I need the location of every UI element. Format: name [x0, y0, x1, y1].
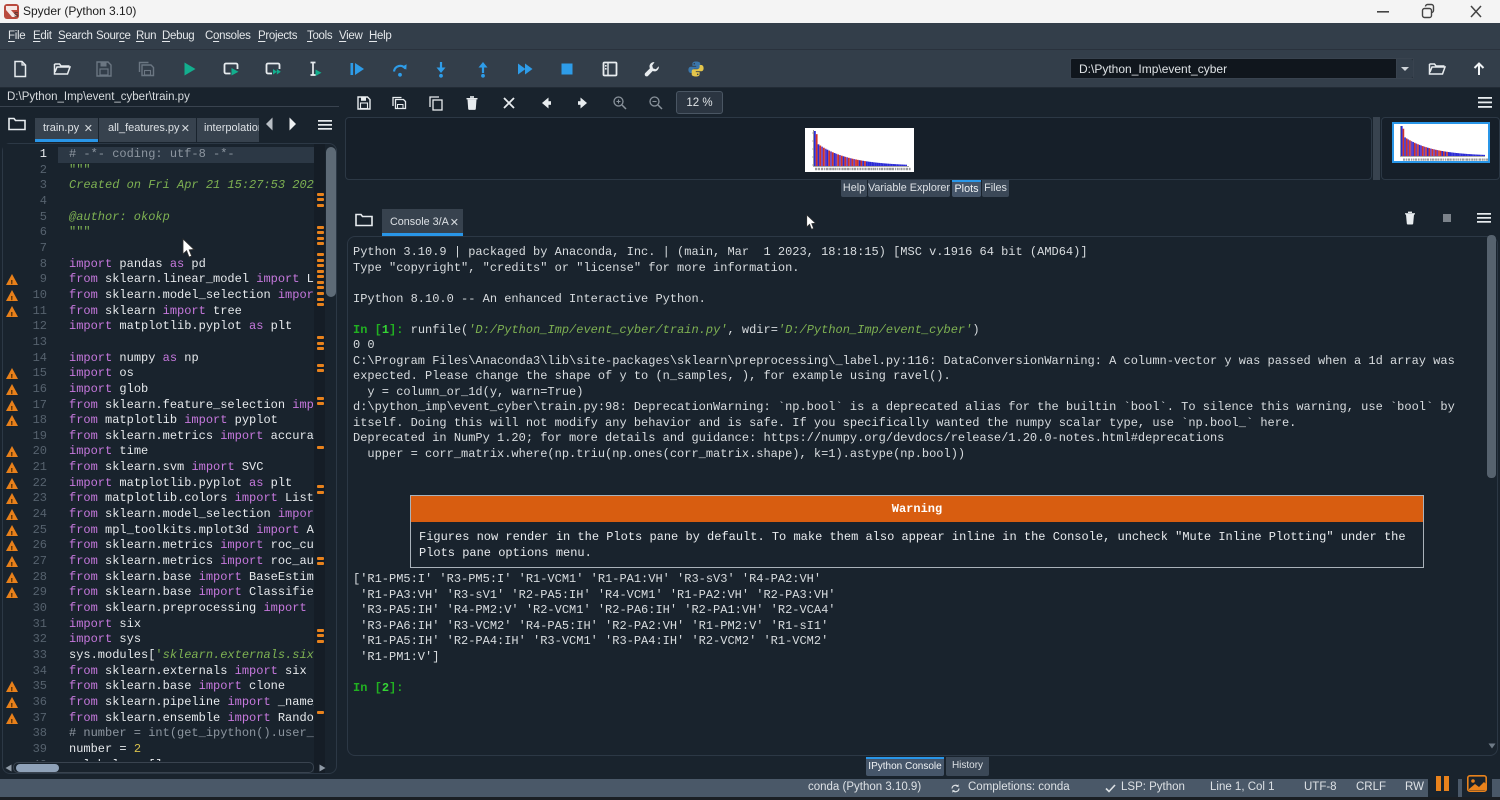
svg-text:s: s [14, 9, 19, 19]
